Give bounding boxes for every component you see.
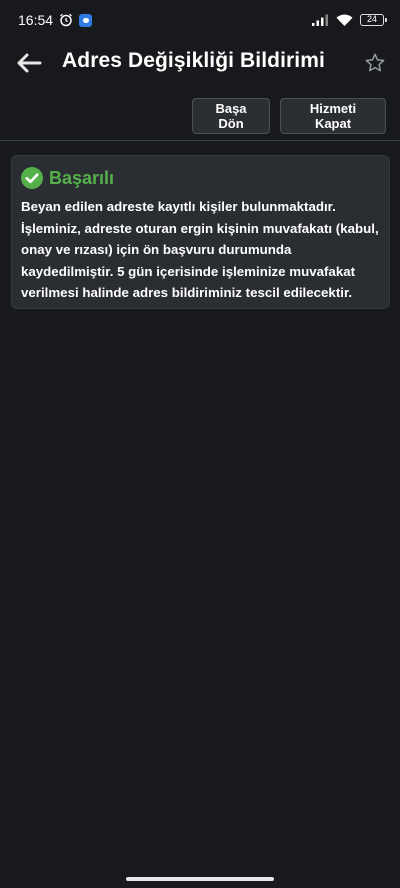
back-button[interactable] [14, 48, 44, 78]
app-header: Adres Değişikliği Bildirimi [0, 40, 400, 86]
alert-message: Beyan edilen adreste kayıtlı kişiler bul… [21, 199, 379, 300]
wifi-icon [336, 14, 353, 26]
page-title: Adres Değişikliği Bildirimi [62, 49, 325, 72]
notification-app-icon [79, 13, 93, 27]
status-bar: 16:54 24 [0, 0, 400, 40]
alert-title: Başarılı [49, 167, 115, 188]
success-alert: Başarılı Beyan edilen adreste kayıtlı ki… [11, 155, 390, 309]
status-right: 24 [312, 14, 387, 27]
check-circle-icon [21, 167, 43, 189]
alert-header: Başarılı [21, 166, 379, 190]
star-outline-icon [365, 53, 385, 72]
alarm-clock-icon [60, 13, 72, 27]
close-service-button[interactable]: Hizmeti Kapat [280, 98, 386, 134]
status-time: 16:54 [18, 12, 54, 28]
home-indicator[interactable] [126, 877, 274, 881]
signal-icon [312, 14, 328, 26]
battery-level: 24 [366, 14, 377, 24]
battery-icon: 24 [360, 14, 387, 26]
go-home-button[interactable]: Başa Dön [192, 98, 270, 134]
action-buttons: Başa Dön Hizmeti Kapat [192, 98, 386, 134]
header-divider [0, 140, 400, 141]
favorite-button[interactable] [362, 50, 388, 76]
status-left: 16:54 [18, 12, 93, 28]
arrow-left-icon [17, 53, 42, 73]
